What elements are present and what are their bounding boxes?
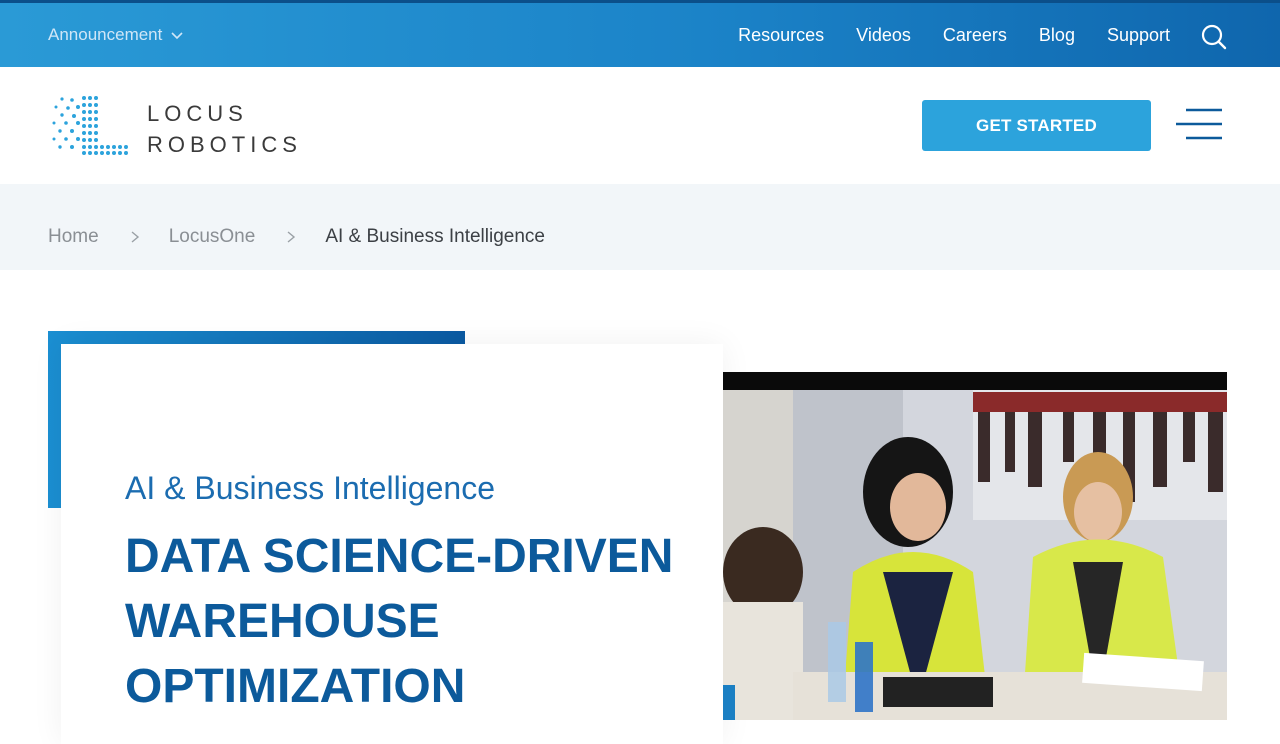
top-nav-careers[interactable]: Careers bbox=[943, 25, 1007, 46]
hamburger-menu-icon[interactable] bbox=[1176, 107, 1223, 141]
chevron-down-icon bbox=[171, 32, 183, 40]
top-nav-blog[interactable]: Blog bbox=[1039, 25, 1075, 46]
breadcrumb-home[interactable]: Home bbox=[48, 226, 99, 248]
video-frame-image bbox=[723, 372, 1227, 720]
video-control-edge bbox=[723, 685, 735, 720]
breadcrumb: Home LocusOne AI & Business Intelligence bbox=[0, 184, 1280, 270]
top-nav-support[interactable]: Support bbox=[1107, 25, 1170, 46]
hero-headline: DATA SCIENCE-DRIVEN WAREHOUSE OPTIMIZATI… bbox=[125, 530, 674, 713]
breadcrumb-current: AI & Business Intelligence bbox=[325, 226, 545, 247]
logo-line-1: LOCUS bbox=[147, 101, 248, 126]
announcement-label: Announcement bbox=[48, 25, 163, 44]
chevron-right-icon bbox=[287, 231, 296, 243]
announcement-dropdown[interactable]: Announcement bbox=[48, 25, 184, 45]
logo-wordmark: LOCUS ROBOTICS bbox=[147, 98, 302, 160]
get-started-button[interactable]: GET STARTED bbox=[922, 100, 1151, 151]
site-header: LOCUS ROBOTICS GET STARTED bbox=[0, 67, 1280, 184]
hero-video[interactable] bbox=[723, 372, 1227, 720]
top-nav-videos[interactable]: Videos bbox=[856, 25, 911, 46]
chevron-right-icon bbox=[131, 231, 139, 243]
logo-line-2: ROBOTICS bbox=[147, 132, 302, 157]
top-utility-bar: Announcement Resources Videos Careers Bl… bbox=[0, 0, 1280, 67]
top-nav: Resources Videos Careers Blog Support bbox=[738, 25, 1170, 46]
logo-mark-icon bbox=[52, 96, 128, 155]
search-icon[interactable] bbox=[1200, 23, 1228, 51]
top-nav-resources[interactable]: Resources bbox=[738, 25, 824, 46]
hero-eyebrow: AI & Business Intelligence bbox=[125, 470, 495, 506]
hero-card: AI & Business Intelligence DATA SCIENCE-… bbox=[61, 344, 723, 744]
locus-robotics-logo[interactable]: LOCUS ROBOTICS bbox=[50, 95, 310, 157]
breadcrumb-locusone[interactable]: LocusOne bbox=[169, 226, 256, 248]
